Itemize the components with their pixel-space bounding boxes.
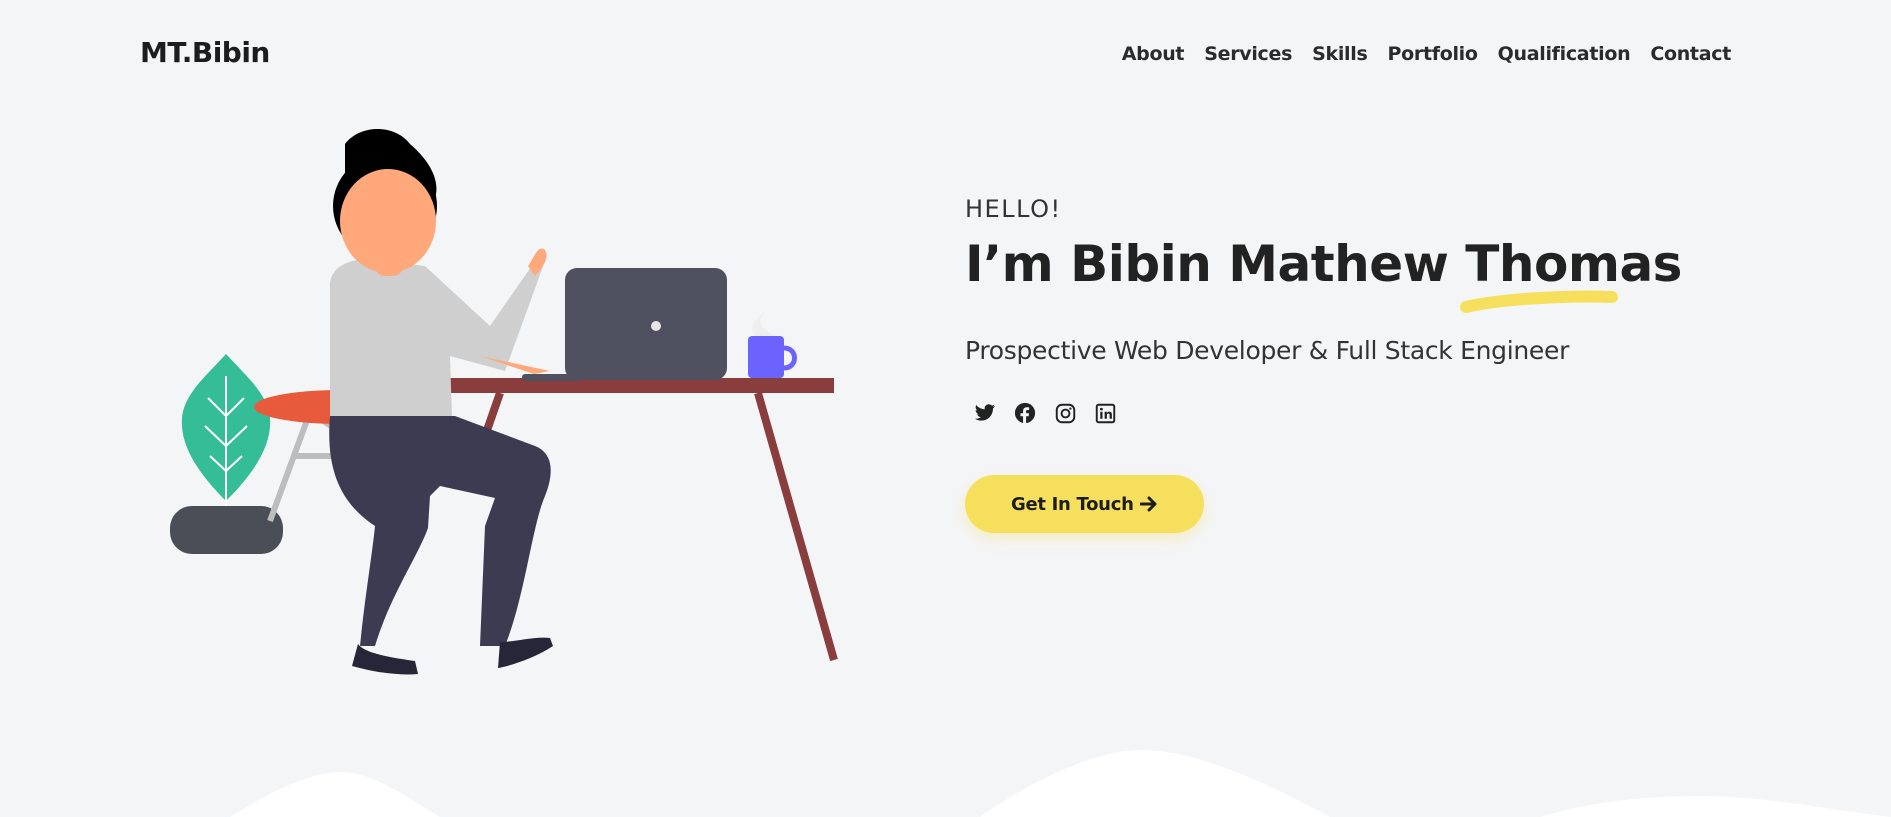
linkedin-icon[interactable] — [1093, 401, 1117, 425]
plant — [170, 354, 283, 554]
get-in-touch-button[interactable]: Get In Touch — [965, 475, 1204, 533]
hero-text: HELLO! I’m Bibin Mathew Thomas Prospecti… — [965, 195, 1725, 533]
facebook-icon[interactable] — [1013, 401, 1037, 425]
nav-contact[interactable]: Contact — [1650, 43, 1731, 65]
nav-qualification[interactable]: Qualification — [1498, 43, 1631, 65]
cta-label: Get In Touch — [1011, 493, 1134, 515]
title-underline — [1460, 290, 1618, 313]
instagram-icon[interactable] — [1053, 401, 1077, 425]
nav-skills[interactable]: Skills — [1312, 43, 1368, 65]
hero-title: I’m Bibin Mathew Thomas — [965, 235, 1682, 313]
main-nav: About Services Skills Portfolio Qualific… — [1122, 43, 1732, 65]
laptop — [522, 268, 727, 381]
nav-services[interactable]: Services — [1204, 43, 1292, 65]
mug — [748, 312, 797, 378]
bottom-wave — [230, 750, 1891, 817]
hero-illustration — [170, 129, 838, 675]
logo[interactable]: MT.Bibin — [140, 36, 270, 69]
nav-portfolio[interactable]: Portfolio — [1388, 43, 1478, 65]
hero-title-text: I’m Bibin Mathew Thomas — [965, 235, 1682, 293]
desk — [418, 378, 838, 662]
social-links — [973, 401, 1725, 425]
twitter-icon[interactable] — [973, 401, 997, 425]
arrow-right-icon — [1139, 496, 1157, 512]
hero-subtitle: Prospective Web Developer & Full Stack E… — [965, 336, 1570, 365]
nav-about[interactable]: About — [1122, 43, 1185, 65]
person — [329, 129, 553, 675]
header: MT.Bibin About Services Skills Portfolio… — [0, 0, 1891, 110]
hero-greeting: HELLO! — [965, 195, 1062, 223]
